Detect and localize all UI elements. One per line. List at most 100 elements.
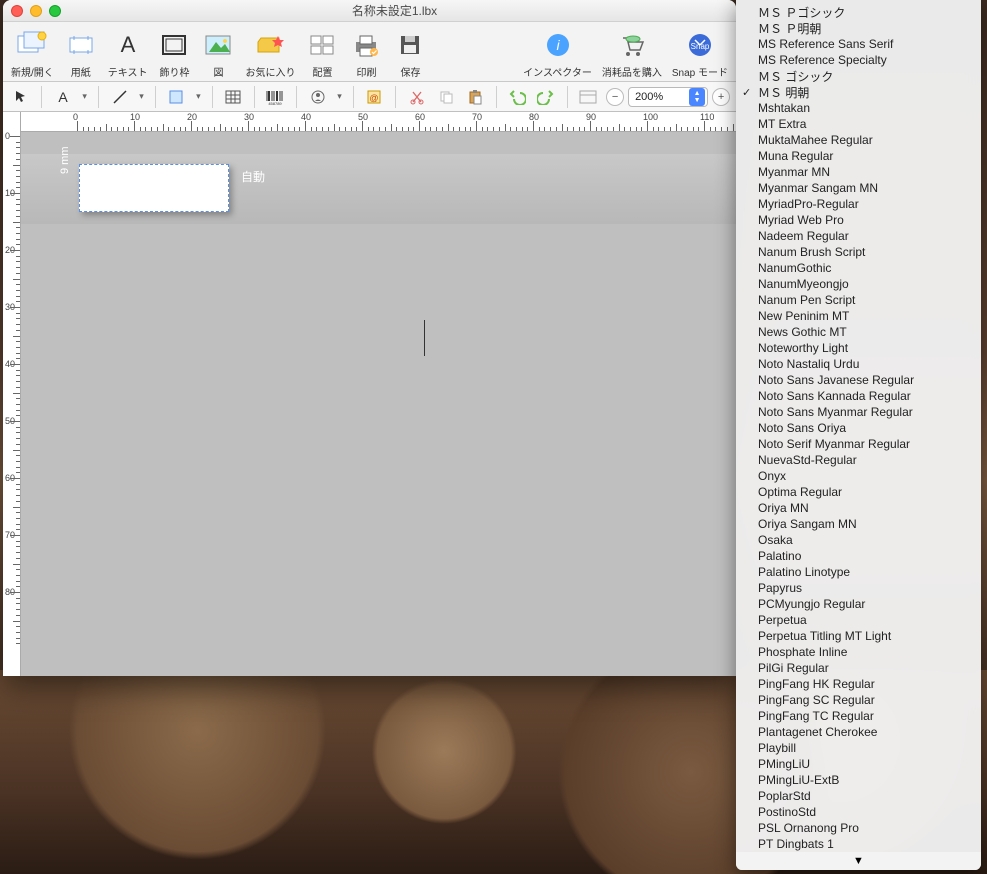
- font-menu-item[interactable]: PMingLiU-ExtB: [736, 772, 981, 788]
- font-menu-item[interactable]: Osaka: [736, 532, 981, 548]
- pointer-tool[interactable]: [9, 85, 32, 109]
- supplies-button[interactable]: 消耗品を購入: [600, 28, 664, 79]
- insert-object-tool[interactable]: @: [363, 85, 386, 109]
- font-menu-item[interactable]: MuktaMahee Regular: [736, 132, 981, 148]
- snap-mode-button[interactable]: Snap Snap モード: [670, 28, 730, 79]
- font-menu-item[interactable]: Papyrus: [736, 580, 981, 596]
- font-menu-item[interactable]: Palatino Linotype: [736, 564, 981, 580]
- font-menu-item[interactable]: PCMyungjo Regular: [736, 596, 981, 612]
- font-menu-item[interactable]: MS Reference Specialty: [736, 52, 981, 68]
- stamp-tool[interactable]: [306, 85, 329, 109]
- canvas[interactable]: 9 mm 自動: [21, 132, 736, 676]
- font-menu-item[interactable]: Nadeem Regular: [736, 228, 981, 244]
- text-label: テキスト: [108, 64, 148, 79]
- font-menu-item[interactable]: Onyx: [736, 468, 981, 484]
- favorites-button[interactable]: お気に入り: [243, 28, 297, 79]
- font-menu-item[interactable]: Myanmar MN: [736, 164, 981, 180]
- stamp-tool-dropdown[interactable]: ▾: [335, 85, 344, 109]
- font-menu-item[interactable]: PilGi Regular: [736, 660, 981, 676]
- label-size: 9 mm: [59, 147, 71, 175]
- font-menu-scroll-down[interactable]: ▼: [736, 852, 981, 870]
- font-menu-item[interactable]: ＭＳ ゴシック: [736, 68, 981, 84]
- font-menu-item[interactable]: ＭＳ Ｐゴシック: [736, 4, 981, 20]
- new-open-button[interactable]: 新規/開く: [9, 28, 56, 79]
- font-menu-item[interactable]: PingFang TC Regular: [736, 708, 981, 724]
- minimize-window-button[interactable]: [30, 5, 42, 17]
- zoom-in-button[interactable]: +: [712, 88, 730, 106]
- zoom-window-button[interactable]: [49, 5, 61, 17]
- copy-button[interactable]: [434, 85, 457, 109]
- line-tool-dropdown[interactable]: ▾: [137, 85, 146, 109]
- font-menu-item[interactable]: Optima Regular: [736, 484, 981, 500]
- font-menu-item[interactable]: MS Reference Sans Serif: [736, 36, 981, 52]
- close-window-button[interactable]: [11, 5, 23, 17]
- font-menu-item[interactable]: PMingLiU: [736, 756, 981, 772]
- font-menu-item[interactable]: Phosphate Inline: [736, 644, 981, 660]
- font-menu-item[interactable]: Nanum Brush Script: [736, 244, 981, 260]
- save-button[interactable]: 保存: [391, 28, 429, 79]
- font-menu-item[interactable]: ＭＳ 明朝: [736, 84, 981, 100]
- paste-button[interactable]: [463, 85, 486, 109]
- frame-button[interactable]: 飾り枠: [155, 28, 193, 79]
- font-menu-item[interactable]: Myriad Web Pro: [736, 212, 981, 228]
- window-controls: [11, 5, 61, 17]
- font-menu-item[interactable]: NuevaStd-Regular: [736, 452, 981, 468]
- font-menu-item[interactable]: PostinoStd: [736, 804, 981, 820]
- svg-text:A: A: [120, 32, 135, 57]
- app-window: 名称未設定1.lbx 新規/開く 用紙 A テキスト 飾り枠: [3, 0, 736, 676]
- shape-tool[interactable]: [165, 85, 188, 109]
- font-menu-item[interactable]: Noto Nastaliq Urdu: [736, 356, 981, 372]
- font-menu-item[interactable]: Myanmar Sangam MN: [736, 180, 981, 196]
- font-menu-item[interactable]: Perpetua: [736, 612, 981, 628]
- text-button[interactable]: A テキスト: [106, 28, 150, 79]
- font-menu-item[interactable]: Noto Sans Myanmar Regular: [736, 404, 981, 420]
- font-menu-item[interactable]: Noto Sans Oriya: [736, 420, 981, 436]
- toggle-panel-button[interactable]: [577, 85, 600, 109]
- text-tool-dropdown[interactable]: ▾: [80, 85, 89, 109]
- line-tool[interactable]: [108, 85, 131, 109]
- font-menu-item[interactable]: PingFang SC Regular: [736, 692, 981, 708]
- font-menu-item[interactable]: Oriya Sangam MN: [736, 516, 981, 532]
- font-menu-item[interactable]: Oriya MN: [736, 500, 981, 516]
- font-menu-item[interactable]: Playbill: [736, 740, 981, 756]
- undo-button[interactable]: [506, 85, 529, 109]
- font-menu-item[interactable]: NanumMyeongjo: [736, 276, 981, 292]
- font-menu-item[interactable]: PT Dingbats 1: [736, 836, 981, 852]
- ruler-h-tick: 70: [472, 112, 482, 122]
- barcode-tool[interactable]: 458789: [264, 85, 287, 109]
- font-menu-item[interactable]: Nanum Pen Script: [736, 292, 981, 308]
- cut-button[interactable]: [405, 85, 428, 109]
- font-dropdown-menu[interactable]: ＭＳ ＰゴシックＭＳ Ｐ明朝MS Reference Sans SerifMS …: [736, 0, 981, 870]
- font-menu-item[interactable]: NanumGothic: [736, 260, 981, 276]
- ruler-h-tick: 20: [187, 112, 197, 122]
- arrange-button[interactable]: 配置: [303, 28, 341, 79]
- font-menu-item[interactable]: Palatino: [736, 548, 981, 564]
- font-menu-item[interactable]: Mshtakan: [736, 100, 981, 116]
- font-menu-item[interactable]: Noto Sans Kannada Regular: [736, 388, 981, 404]
- font-menu-item[interactable]: Noto Sans Javanese Regular: [736, 372, 981, 388]
- label-text-box[interactable]: [79, 164, 229, 212]
- print-button[interactable]: 印刷: [347, 28, 385, 79]
- zoom-select[interactable]: 200% ▲▼: [628, 87, 708, 107]
- font-menu-item[interactable]: PoplarStd: [736, 788, 981, 804]
- shape-tool-dropdown[interactable]: ▾: [194, 85, 203, 109]
- zoom-out-button[interactable]: −: [606, 88, 624, 106]
- inspector-button[interactable]: i インスペクター: [521, 28, 594, 79]
- font-menu-item[interactable]: Perpetua Titling MT Light: [736, 628, 981, 644]
- image-button[interactable]: 図: [199, 28, 237, 79]
- redo-button[interactable]: [535, 85, 558, 109]
- font-menu-item[interactable]: MT Extra: [736, 116, 981, 132]
- font-menu-item[interactable]: Plantagenet Cherokee: [736, 724, 981, 740]
- paper-button[interactable]: 用紙: [62, 28, 100, 79]
- font-menu-item[interactable]: PingFang HK Regular: [736, 676, 981, 692]
- font-menu-item[interactable]: ＭＳ Ｐ明朝: [736, 20, 981, 36]
- font-menu-item[interactable]: Noto Serif Myanmar Regular: [736, 436, 981, 452]
- table-tool[interactable]: [222, 85, 245, 109]
- font-menu-item[interactable]: Muna Regular: [736, 148, 981, 164]
- font-menu-item[interactable]: New Peninim MT: [736, 308, 981, 324]
- font-menu-item[interactable]: PSL Ornanong Pro: [736, 820, 981, 836]
- text-tool[interactable]: A: [51, 85, 74, 109]
- font-menu-item[interactable]: MyriadPro-Regular: [736, 196, 981, 212]
- font-menu-item[interactable]: News Gothic MT: [736, 324, 981, 340]
- font-menu-item[interactable]: Noteworthy Light: [736, 340, 981, 356]
